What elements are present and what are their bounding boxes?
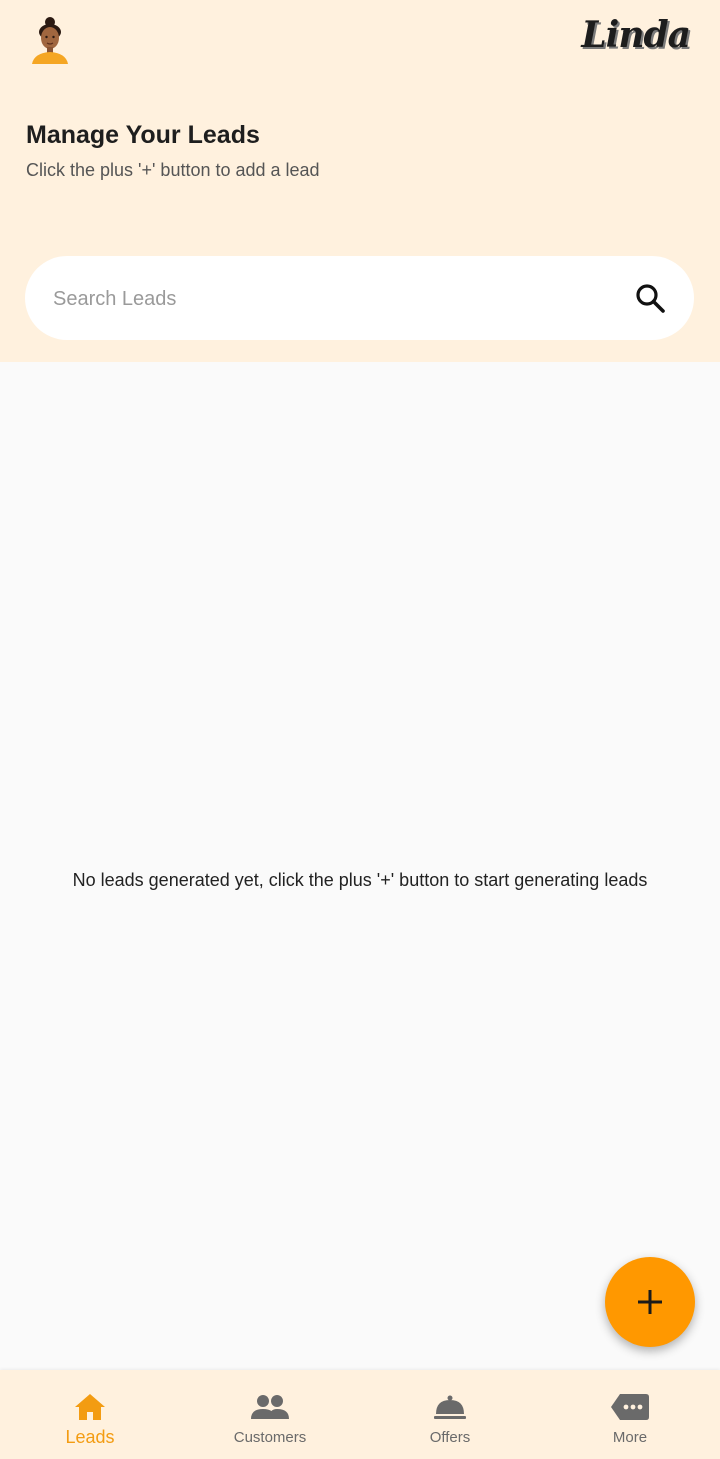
empty-state-message: No leads generated yet, click the plus '… <box>72 870 648 890</box>
brand-logo: Linda <box>581 14 691 56</box>
search-input[interactable] <box>51 256 615 342</box>
nav-item-more[interactable]: More <box>540 1370 720 1459</box>
home-icon <box>70 1390 110 1424</box>
cloche-icon <box>430 1390 470 1424</box>
search-bar <box>25 256 694 342</box>
header: Linda Manage Your Leads Click the plus '… <box>0 0 720 362</box>
page-subtitle: Click the plus '+' button to add a lead <box>26 160 320 180</box>
nav-item-customers[interactable]: Customers <box>180 1370 360 1459</box>
nav-label-offers: Offers <box>429 1429 471 1446</box>
people-icon <box>250 1390 290 1424</box>
more-tag-icon <box>610 1390 650 1424</box>
avatar-icon <box>32 17 68 64</box>
add-lead-button[interactable] <box>605 1257 695 1347</box>
nav-item-leads[interactable]: Leads <box>0 1370 180 1459</box>
nav-label-customers: Customers <box>233 1429 307 1446</box>
nav-item-offers[interactable]: Offers <box>360 1370 540 1459</box>
nav-label-leads: Leads <box>65 1427 115 1447</box>
avatar[interactable] <box>28 16 72 66</box>
nav-label-more: More <box>612 1429 648 1446</box>
plus-icon <box>638 1290 662 1314</box>
bottom-nav: Leads Customers Offers More <box>0 1370 720 1459</box>
search-icon[interactable] <box>634 282 666 314</box>
page-title: Manage Your Leads <box>26 121 260 149</box>
